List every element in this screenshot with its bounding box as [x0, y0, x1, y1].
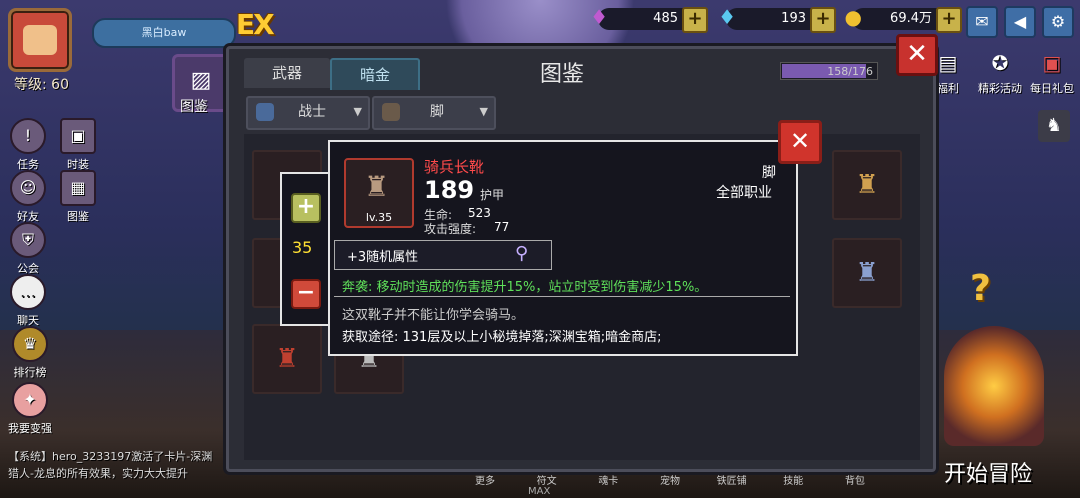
- question-mark-icon[interactable]: ?: [970, 268, 991, 309]
- stat-atk-label: 攻击强度:: [424, 222, 477, 236]
- class-filter-dropdown[interactable]: 战士 ▼: [246, 96, 370, 130]
- gem-counter: ♦ 485 +: [590, 6, 708, 33]
- item-level: lv.35: [365, 211, 393, 224]
- purple-gem-icon: ♦: [590, 5, 608, 29]
- sidebar-item-codex[interactable]: ▦ 图鉴: [58, 170, 98, 224]
- close-icon: ✕: [906, 39, 928, 69]
- quest-icon: !: [10, 118, 46, 154]
- stat-hp-value: 523: [468, 206, 491, 220]
- plus-icon: +: [296, 194, 316, 219]
- chevron-down-icon: ▼: [353, 105, 362, 118]
- quantity-value: 35: [292, 238, 313, 257]
- add-diamonds-button[interactable]: +: [810, 7, 836, 33]
- item-source: 获取途径: 131层及以上小秘境掉落;深渊宝箱;暗金商店;: [342, 330, 662, 345]
- boot-icon: [382, 103, 400, 121]
- item-class: 全部职业: [716, 185, 772, 201]
- system-chat-message[interactable]: 【系统】hero_3233197激活了卡片-深渊猎人-龙息的所有效果，实力大大提…: [8, 448, 220, 482]
- codex-icon: ▦: [60, 170, 96, 206]
- shield-icon: [256, 103, 274, 121]
- gift-icon: ▣: [1042, 51, 1062, 75]
- close-icon: ✕: [789, 127, 811, 155]
- bottom-item-blacksmith[interactable]: 铁匠铺: [707, 468, 757, 498]
- sidebar-item-costume[interactable]: ▣ 时装: [58, 118, 98, 172]
- chevron-down-icon: ▼: [479, 105, 488, 118]
- trophy-icon: ♛: [12, 326, 48, 362]
- bottom-item-backpack[interactable]: 背包: [830, 468, 880, 498]
- diamond-counter: ♦ 193 +: [718, 6, 836, 33]
- powerup-icon: ✦: [12, 382, 48, 418]
- item-effect: 奔袭: 移动时造成的伤害提升15%，站立时受到伤害减少15%。: [342, 280, 708, 295]
- max-label: MAX: [528, 486, 551, 497]
- codex-button-label: 图鉴: [180, 99, 208, 115]
- gold-coin-icon: ●: [844, 5, 862, 29]
- chat-icon: …: [10, 274, 46, 310]
- armor-label: 护甲: [480, 188, 505, 202]
- speaker-icon: ◀: [1013, 12, 1027, 31]
- sidebar-item-ranking[interactable]: ♛ 排行榜: [8, 326, 52, 380]
- diamond-icon: ♦: [718, 5, 736, 29]
- boot-icon: ♜: [275, 344, 299, 374]
- bottom-item-skills[interactable]: 技能: [768, 468, 818, 498]
- sidebar-item-quest[interactable]: ! 任务: [8, 118, 48, 172]
- item-name: 骑兵长靴: [424, 158, 485, 176]
- gear-icon: ⚙: [1050, 12, 1066, 31]
- magnifier-icon: ⚲: [515, 243, 529, 264]
- random-attr-box[interactable]: +3随机属性 ⚲: [334, 240, 552, 270]
- item-icon: ♜ lv.35: [344, 158, 414, 228]
- character-button[interactable]: ♞: [1038, 110, 1070, 142]
- player-avatar[interactable]: [8, 8, 72, 72]
- boot-icon: ♜: [855, 170, 879, 200]
- start-adventure-button[interactable]: 开始冒险: [944, 456, 1032, 488]
- close-panel-button[interactable]: ✕: [896, 34, 938, 76]
- sidebar-item-guild[interactable]: ⛨ 公会: [8, 222, 48, 276]
- item-slot[interactable]: ♜: [252, 324, 322, 394]
- boot-icon: ♜: [364, 170, 390, 203]
- portal-decoration: [944, 326, 1044, 446]
- player-name: 黑白baw: [92, 18, 236, 48]
- bottom-menu: 更多 符文 魂卡 宠物 铁匠铺 技能 背包: [460, 468, 880, 498]
- mail-button[interactable]: ✉: [966, 6, 998, 38]
- event-icon: ✪: [991, 51, 1009, 75]
- bottom-item-pets[interactable]: 宠物: [645, 468, 695, 498]
- gold-counter: ● 69.4万 +: [845, 6, 962, 33]
- tooltip-divider: [334, 296, 790, 297]
- bottom-item-soulcards[interactable]: 魂卡: [583, 468, 633, 498]
- collection-progress: 158/176: [780, 62, 878, 80]
- sidebar-item-powerup[interactable]: ✦ 我要变强: [4, 382, 56, 436]
- add-gems-button[interactable]: +: [682, 7, 708, 33]
- increase-button[interactable]: +: [291, 193, 321, 223]
- settings-button[interactable]: ⚙: [1042, 6, 1074, 38]
- daily-gift-button[interactable]: ▣ 每日礼包: [1028, 48, 1076, 96]
- sound-button[interactable]: ◀: [1004, 6, 1036, 38]
- item-slot-type: 脚: [762, 165, 776, 181]
- random-attr-label: +3随机属性: [347, 250, 419, 265]
- armor-value: 189: [424, 176, 475, 204]
- item-flavor-text: 这双靴子并不能让你学会骑马。: [342, 308, 525, 323]
- decrease-button[interactable]: −: [291, 279, 321, 309]
- add-gold-button[interactable]: +: [936, 7, 962, 33]
- panel-title: 图鉴: [540, 62, 585, 87]
- mail-icon: ✉: [975, 12, 989, 31]
- character-icon: ♞: [1045, 115, 1063, 136]
- costume-icon: ▣: [60, 118, 96, 154]
- close-tooltip-button[interactable]: ✕: [778, 120, 822, 164]
- bottom-item-more[interactable]: 更多: [460, 468, 510, 498]
- ex-logo[interactable]: EX: [236, 8, 288, 44]
- item-slot[interactable]: ♜: [832, 150, 902, 220]
- tab-weapons[interactable]: 武器: [244, 58, 330, 88]
- stat-atk-value: 77: [494, 220, 510, 234]
- guild-icon: ⛨: [10, 222, 46, 258]
- tab-dark-gold[interactable]: 暗金: [330, 58, 420, 90]
- slot-filter-dropdown[interactable]: 脚 ▼: [372, 96, 496, 130]
- friends-icon: ☺: [10, 170, 46, 206]
- item-slot[interactable]: ♜: [832, 238, 902, 308]
- codex-book-icon: ▨: [190, 68, 212, 93]
- events-button[interactable]: ✪ 精彩活动: [976, 48, 1024, 96]
- minus-icon: −: [296, 280, 316, 305]
- boot-icon: ♜: [855, 258, 879, 288]
- player-level: 等级: 60: [14, 77, 69, 93]
- sidebar-item-friends[interactable]: ☺ 好友: [8, 170, 48, 224]
- sidebar-item-chat[interactable]: … 聊天: [8, 274, 48, 328]
